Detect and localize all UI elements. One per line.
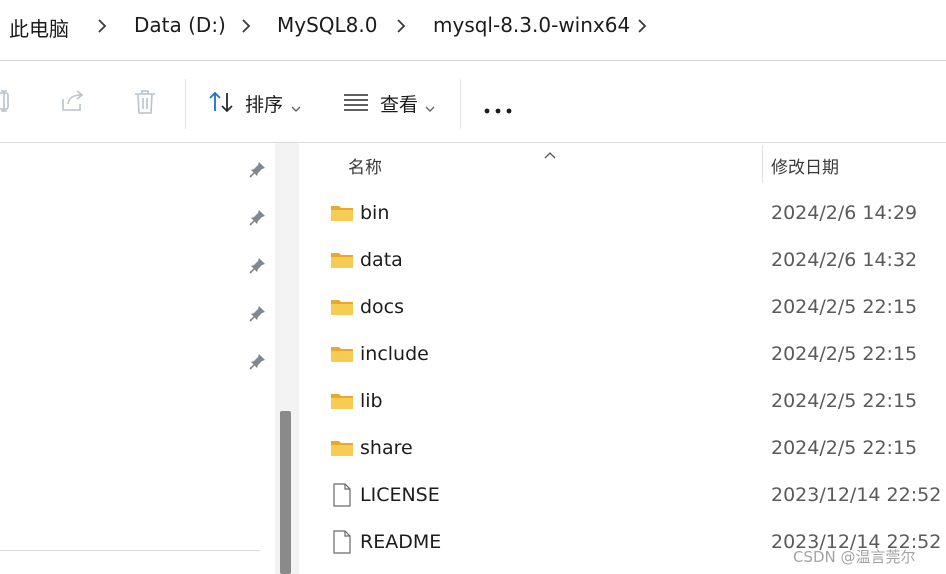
breadcrumb: 此电脑 Data (D:) MySQL8.0 mysql-8.3.0-winx6…	[0, 0, 946, 56]
chevron-right-icon[interactable]	[637, 17, 653, 35]
file-date: 2024/2/5 22:15	[771, 343, 918, 365]
file-date: 2023/12/14 22:52	[771, 484, 942, 506]
pin-icon[interactable]	[249, 160, 267, 182]
folder-icon	[330, 203, 354, 227]
file-name: docs	[360, 296, 405, 318]
file-row[interactable]: share 2024/2/5 22:15	[300, 425, 946, 472]
breadcrumb-item-mysql80[interactable]: MySQL8.0	[277, 13, 377, 37]
command-bar: 排序 查看	[0, 61, 946, 143]
breadcrumb-item-drive-d[interactable]: Data (D:)	[134, 13, 226, 37]
file-row[interactable]: include 2024/2/5 22:15	[300, 331, 946, 378]
file-name: share	[360, 437, 413, 459]
folder-icon	[330, 391, 354, 415]
file-name: LICENSE	[360, 484, 440, 506]
breadcrumb-item-this-pc[interactable]: 此电脑	[9, 13, 69, 42]
file-name: bin	[360, 202, 390, 224]
file-name: README	[360, 531, 442, 553]
breadcrumb-item-current-folder[interactable]: mysql-8.3.0-winx64	[433, 13, 630, 37]
file-icon	[332, 483, 352, 511]
chevron-down-icon[interactable]	[290, 98, 302, 117]
file-name: lib	[360, 390, 383, 412]
file-row[interactable]: lib 2024/2/5 22:15	[300, 378, 946, 425]
delete-icon[interactable]	[133, 89, 157, 119]
column-header-modified[interactable]: 修改日期	[771, 153, 839, 178]
file-row[interactable]: LICENSE 2023/12/14 22:52	[300, 472, 946, 519]
file-date: 2024/2/6 14:29	[771, 202, 918, 224]
nav-scrollbar-thumb[interactable]	[280, 411, 291, 574]
folder-icon	[330, 438, 354, 462]
file-date: 2024/2/5 22:15	[771, 390, 918, 412]
sort-ascending-icon	[543, 144, 557, 163]
column-separator[interactable]	[762, 145, 763, 183]
rename-icon[interactable]	[0, 89, 14, 117]
file-icon	[332, 530, 352, 558]
pin-icon[interactable]	[249, 256, 267, 278]
watermark-text: CSDN @温言莞尔	[793, 548, 916, 566]
file-name: data	[360, 249, 403, 271]
navigation-pane	[0, 143, 275, 574]
file-date: 2024/2/6 14:32	[771, 249, 918, 271]
view-list-icon[interactable]	[343, 93, 369, 115]
pin-icon[interactable]	[249, 304, 267, 326]
toolbar-separator	[460, 79, 461, 129]
file-row[interactable]: data 2024/2/6 14:32	[300, 237, 946, 284]
chevron-down-icon[interactable]	[424, 98, 436, 117]
file-date: 2024/2/5 22:15	[771, 437, 918, 459]
sort-icon[interactable]	[209, 91, 235, 117]
file-row[interactable]: docs 2024/2/5 22:15	[300, 284, 946, 331]
divider	[0, 550, 260, 551]
chevron-right-icon[interactable]	[241, 17, 257, 35]
share-icon[interactable]	[60, 89, 86, 117]
chevron-right-icon[interactable]	[396, 17, 412, 35]
folder-icon	[330, 297, 354, 321]
more-options-icon[interactable]	[484, 99, 512, 118]
file-date: 2024/2/5 22:15	[771, 296, 918, 318]
file-row[interactable]: bin 2024/2/6 14:29	[300, 190, 946, 237]
toolbar-separator	[185, 79, 186, 129]
chevron-right-icon[interactable]	[97, 17, 113, 35]
sort-button[interactable]: 排序	[245, 90, 283, 117]
pin-icon[interactable]	[249, 352, 267, 374]
pin-icon[interactable]	[249, 208, 267, 230]
folder-icon	[330, 250, 354, 274]
folder-icon	[330, 344, 354, 368]
column-header-name[interactable]: 名称	[348, 153, 382, 178]
view-button[interactable]: 查看	[380, 90, 418, 117]
file-name: include	[360, 343, 429, 365]
